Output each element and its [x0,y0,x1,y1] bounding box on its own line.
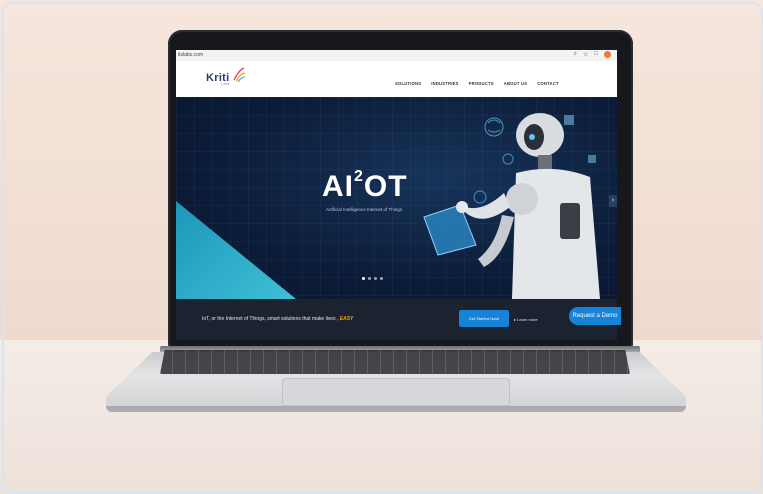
carousel-dot[interactable] [380,277,383,280]
star-icon[interactable]: ☆ [583,51,588,58]
logo-burst-icon [233,67,246,82]
hero-banner: AI2OT Artificial Intelligence Internet o… [176,97,617,299]
carousel-indicators [362,277,383,280]
hero-subtitle: Artificial Intelligence Internet of Thin… [326,207,402,212]
cta-highlight: EASY [339,316,354,322]
nav-industries[interactable]: INDUSTRIES [431,81,458,86]
carousel-dot[interactable] [368,277,371,280]
main-navigation: SOLUTIONS INDUSTRIES PRODUCTS ABOUT US C… [395,81,559,86]
laptop-keyboard [160,350,630,374]
site-header: Kriti Labs SOLUTIONS INDUSTRIES PRODUCTS… [176,61,617,97]
get-started-button[interactable]: Get Started Now! [459,310,509,327]
laptop-screen: itslabs.com ⌕ ☆ □ Kriti Labs SOLUTIONS I… [176,50,617,340]
request-demo-button[interactable]: Request a Demo [569,307,621,325]
carousel-next-icon[interactable]: › [609,195,617,207]
address-bar[interactable]: itslabs.com [178,52,203,58]
browser-toolbar-icons: ⌕ ☆ □ [574,51,611,58]
site-logo[interactable]: Kriti Labs [206,67,246,86]
profile-icon[interactable] [604,51,611,58]
search-icon[interactable]: ⌕ [574,51,577,58]
laptop-trackpad [282,378,510,406]
robot-illustration [423,113,600,299]
cta-text: IoT, or the Internet of Things, smart so… [202,316,354,322]
nav-products[interactable]: PRODUCTS [469,81,494,86]
extension-icon[interactable]: □ [594,51,598,58]
logo-subtext: Labs [221,81,230,86]
nav-about-us[interactable]: ABOUT US [504,81,527,86]
laptop-base-edge [106,406,686,412]
nav-contact[interactable]: CONTACT [537,81,559,86]
brain-icon [484,117,504,137]
carousel-dot[interactable] [362,277,365,280]
carousel-dot[interactable] [374,277,377,280]
cta-bar: IoT, or the Internet of Things, smart so… [176,299,617,340]
learn-more-link[interactable]: ▸ Learn more [514,317,538,322]
nav-solutions[interactable]: SOLUTIONS [395,81,421,86]
hero-title: AI2OT [322,168,408,203]
chip-icon [564,115,596,163]
